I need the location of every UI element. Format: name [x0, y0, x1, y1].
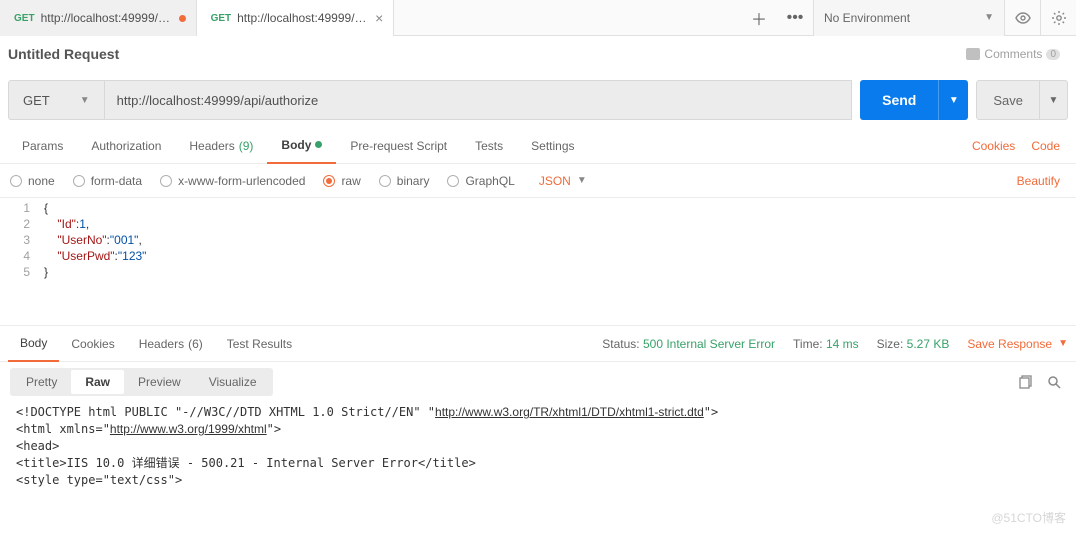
- language-select[interactable]: JSON▼: [539, 174, 587, 188]
- search-icon[interactable]: [1042, 370, 1066, 394]
- tab-authorization[interactable]: Authorization: [77, 128, 175, 164]
- radio-binary[interactable]: binary: [379, 174, 430, 188]
- send-button[interactable]: Send ▼: [860, 80, 968, 120]
- code-link[interactable]: Code: [1023, 139, 1068, 153]
- tab-request-0[interactable]: GET http://localhost:49999/api/sysu...: [0, 0, 197, 36]
- http-method-badge: GET: [211, 13, 232, 24]
- tab-settings[interactable]: Settings: [517, 128, 588, 164]
- new-tab-button[interactable]: ＋: [741, 0, 777, 36]
- watermark: @51CTO博客: [991, 509, 1066, 526]
- tab-tests[interactable]: Tests: [461, 128, 517, 164]
- tab-params[interactable]: Params: [8, 128, 77, 164]
- radio-none[interactable]: none: [10, 174, 55, 188]
- response-view-options: Pretty Raw Preview Visualize: [0, 362, 1076, 402]
- dirty-dot-icon: [179, 15, 186, 22]
- save-response-button[interactable]: Save Response▼: [967, 337, 1068, 351]
- view-preview[interactable]: Preview: [124, 370, 195, 394]
- request-title-row: Untitled Request Comments 0: [0, 36, 1076, 72]
- url-bar-row: GET ▼ Send ▼ Save ▼: [0, 72, 1076, 128]
- http-method-badge: GET: [14, 13, 35, 24]
- line-gutter: 12345: [0, 198, 40, 325]
- tab-title: http://localhost:49999/api/aut...: [237, 11, 367, 25]
- tab-prerequest[interactable]: Pre-request Script: [336, 128, 461, 164]
- method-value: GET: [23, 93, 50, 108]
- request-title[interactable]: Untitled Request: [8, 46, 119, 62]
- code-content[interactable]: { "Id":1, "UserNo":"001", "UserPwd":"123…: [40, 198, 1076, 325]
- resp-tab-body[interactable]: Body: [8, 326, 59, 362]
- comments-button[interactable]: Comments 0: [966, 47, 1060, 61]
- radio-urlencoded[interactable]: x-www-form-urlencoded: [160, 174, 305, 188]
- body-type-options: none form-data x-www-form-urlencoded raw…: [0, 164, 1076, 198]
- url-input[interactable]: [104, 80, 852, 120]
- view-visualize[interactable]: Visualize: [195, 370, 271, 394]
- environment-quicklook-icon[interactable]: [1004, 0, 1040, 36]
- chevron-down-icon: ▼: [80, 95, 90, 106]
- save-dropdown-icon[interactable]: ▼: [1039, 81, 1067, 119]
- beautify-link[interactable]: Beautify: [1017, 174, 1060, 188]
- chevron-down-icon: ▼: [577, 175, 587, 186]
- size-readout: Size: 5.27 KB: [877, 337, 950, 351]
- view-mode-group: Pretty Raw Preview Visualize: [10, 368, 273, 396]
- comments-label: Comments: [984, 47, 1042, 61]
- environment-select[interactable]: No Environment ▼: [814, 0, 1004, 36]
- tab-menu-button[interactable]: •••: [777, 0, 813, 36]
- time-readout: Time: 14 ms: [793, 337, 859, 351]
- tab-headers[interactable]: Headers (9): [175, 128, 267, 164]
- body-editor[interactable]: 12345 { "Id":1, "UserNo":"001", "UserPwd…: [0, 198, 1076, 326]
- status-readout: Status: 500 Internal Server Error: [602, 337, 775, 351]
- request-subtabs: Params Authorization Headers (9) Body Pr…: [0, 128, 1076, 164]
- cookies-link[interactable]: Cookies: [964, 139, 1023, 153]
- view-pretty[interactable]: Pretty: [12, 370, 71, 394]
- chevron-down-icon: ▼: [1058, 338, 1068, 349]
- response-tabs: Body Cookies Headers (6) Test Results St…: [0, 326, 1076, 362]
- resp-headers-count: (6): [188, 337, 203, 351]
- save-label: Save: [977, 93, 1039, 108]
- tab-strip: GET http://localhost:49999/api/sysu... G…: [0, 0, 741, 35]
- resp-tab-cookies[interactable]: Cookies: [59, 326, 126, 362]
- copy-icon[interactable]: [1014, 370, 1038, 394]
- comment-icon: [966, 48, 980, 60]
- save-button[interactable]: Save ▼: [976, 80, 1068, 120]
- body-active-dot-icon: [315, 141, 322, 148]
- environment-bar: No Environment ▼: [813, 0, 1076, 35]
- close-icon[interactable]: ×: [375, 11, 383, 25]
- resp-tab-test-results[interactable]: Test Results: [215, 326, 304, 362]
- radio-raw[interactable]: raw: [323, 174, 360, 188]
- tab-actions: ＋ •••: [741, 0, 813, 35]
- radio-graphql[interactable]: GraphQL: [447, 174, 514, 188]
- radio-form-data[interactable]: form-data: [73, 174, 142, 188]
- send-dropdown-icon[interactable]: ▼: [938, 80, 968, 120]
- view-raw[interactable]: Raw: [71, 370, 124, 394]
- tab-body[interactable]: Body: [267, 128, 336, 164]
- tab-title: http://localhost:49999/api/sysu...: [41, 11, 171, 25]
- response-body[interactable]: <!DOCTYPE html PUBLIC "-//W3C//DTD XHTML…: [0, 402, 1076, 491]
- environment-label: No Environment: [824, 11, 910, 25]
- send-label: Send: [860, 92, 938, 108]
- headers-count: (9): [239, 139, 254, 153]
- method-select[interactable]: GET ▼: [8, 80, 104, 120]
- topbar: GET http://localhost:49999/api/sysu... G…: [0, 0, 1076, 36]
- resp-tab-headers[interactable]: Headers (6): [127, 326, 215, 362]
- tab-request-1[interactable]: GET http://localhost:49999/api/aut... ×: [197, 0, 395, 36]
- settings-gear-icon[interactable]: [1040, 0, 1076, 36]
- comments-count: 0: [1046, 49, 1060, 60]
- chevron-down-icon: ▼: [984, 12, 994, 23]
